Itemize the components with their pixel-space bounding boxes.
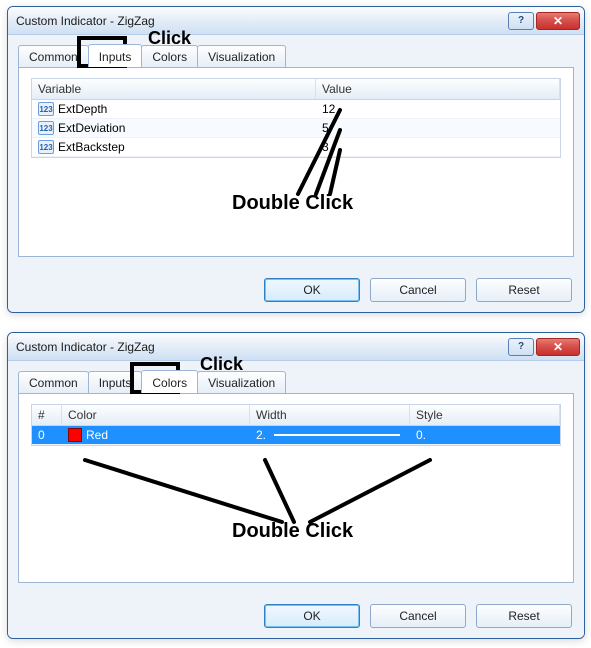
dialog-inputs: Custom Indicator - ZigZag ? ✕ Common Inp… bbox=[7, 6, 585, 313]
width-preview-icon bbox=[274, 434, 400, 436]
style-value: 0. bbox=[410, 426, 560, 445]
titlebar[interactable]: Custom Indicator - ZigZag ? ✕ bbox=[8, 333, 584, 361]
grid-header: Variable Value bbox=[32, 79, 560, 100]
var-value[interactable]: 3 bbox=[316, 138, 560, 157]
tabpanel-inputs: Variable Value 123 ExtDepth 12 123 ExtDevi… bbox=[18, 67, 574, 257]
ok-button[interactable]: OK bbox=[264, 278, 360, 302]
int-icon: 123 bbox=[38, 140, 54, 154]
inputs-grid[interactable]: Variable Value 123 ExtDepth 12 123 ExtDevi… bbox=[31, 78, 561, 158]
button-row: OK Cancel Reset bbox=[264, 604, 572, 628]
var-name: ExtBackstep bbox=[58, 140, 125, 154]
row-index: 0 bbox=[32, 426, 62, 445]
color-swatch-icon bbox=[68, 428, 82, 442]
tab-inputs[interactable]: Inputs bbox=[88, 371, 143, 393]
cancel-button[interactable]: Cancel bbox=[370, 278, 466, 302]
tab-inputs[interactable]: Inputs bbox=[88, 44, 143, 67]
width-value: 2. bbox=[256, 428, 266, 442]
var-value[interactable]: 12 bbox=[316, 100, 560, 119]
reset-button[interactable]: Reset bbox=[476, 604, 572, 628]
close-button[interactable]: ✕ bbox=[536, 338, 580, 356]
window-title: Custom Indicator - ZigZag bbox=[16, 340, 506, 354]
help-button[interactable]: ? bbox=[508, 338, 534, 356]
client-area: Common Inputs Colors Visualization Varia… bbox=[8, 35, 584, 312]
dialog-colors: Custom Indicator - ZigZag ? ✕ Common Inp… bbox=[7, 332, 585, 639]
var-name: ExtDeviation bbox=[58, 121, 125, 135]
col-index[interactable]: # bbox=[32, 405, 62, 425]
close-button[interactable]: ✕ bbox=[536, 12, 580, 30]
tabpanel-colors: # Color Width Style 0 Red 2. 0. bbox=[18, 393, 574, 583]
table-row[interactable]: 0 Red 2. 0. bbox=[32, 426, 560, 445]
tab-common[interactable]: Common bbox=[18, 45, 89, 67]
tab-colors[interactable]: Colors bbox=[141, 370, 198, 393]
tab-visualization[interactable]: Visualization bbox=[197, 371, 286, 393]
tabstrip: Common Inputs Colors Visualization bbox=[18, 369, 574, 393]
col-variable[interactable]: Variable bbox=[32, 79, 316, 99]
ok-button[interactable]: OK bbox=[264, 604, 360, 628]
grid-header: # Color Width Style bbox=[32, 405, 560, 426]
cancel-button[interactable]: Cancel bbox=[370, 604, 466, 628]
colors-grid[interactable]: # Color Width Style 0 Red 2. 0. bbox=[31, 404, 561, 446]
tabstrip: Common Inputs Colors Visualization bbox=[18, 43, 574, 67]
table-row[interactable]: 123 ExtBackstep 3 bbox=[32, 138, 560, 157]
col-color[interactable]: Color bbox=[62, 405, 250, 425]
table-row[interactable]: 123 ExtDepth 12 bbox=[32, 100, 560, 119]
col-value[interactable]: Value bbox=[316, 79, 560, 99]
col-width[interactable]: Width bbox=[250, 405, 410, 425]
tab-colors[interactable]: Colors bbox=[141, 45, 198, 67]
titlebar[interactable]: Custom Indicator - ZigZag ? ✕ bbox=[8, 7, 584, 35]
color-name: Red bbox=[86, 428, 108, 442]
reset-button[interactable]: Reset bbox=[476, 278, 572, 302]
tab-common[interactable]: Common bbox=[18, 371, 89, 393]
window-title: Custom Indicator - ZigZag bbox=[16, 14, 506, 28]
var-name: ExtDepth bbox=[58, 102, 107, 116]
client-area: Common Inputs Colors Visualization # Col… bbox=[8, 361, 584, 638]
table-row[interactable]: 123 ExtDeviation 5 bbox=[32, 119, 560, 138]
button-row: OK Cancel Reset bbox=[264, 278, 572, 302]
int-icon: 123 bbox=[38, 102, 54, 116]
var-value[interactable]: 5 bbox=[316, 119, 560, 138]
col-style[interactable]: Style bbox=[410, 405, 560, 425]
tab-visualization[interactable]: Visualization bbox=[197, 45, 286, 67]
int-icon: 123 bbox=[38, 121, 54, 135]
help-button[interactable]: ? bbox=[508, 12, 534, 30]
